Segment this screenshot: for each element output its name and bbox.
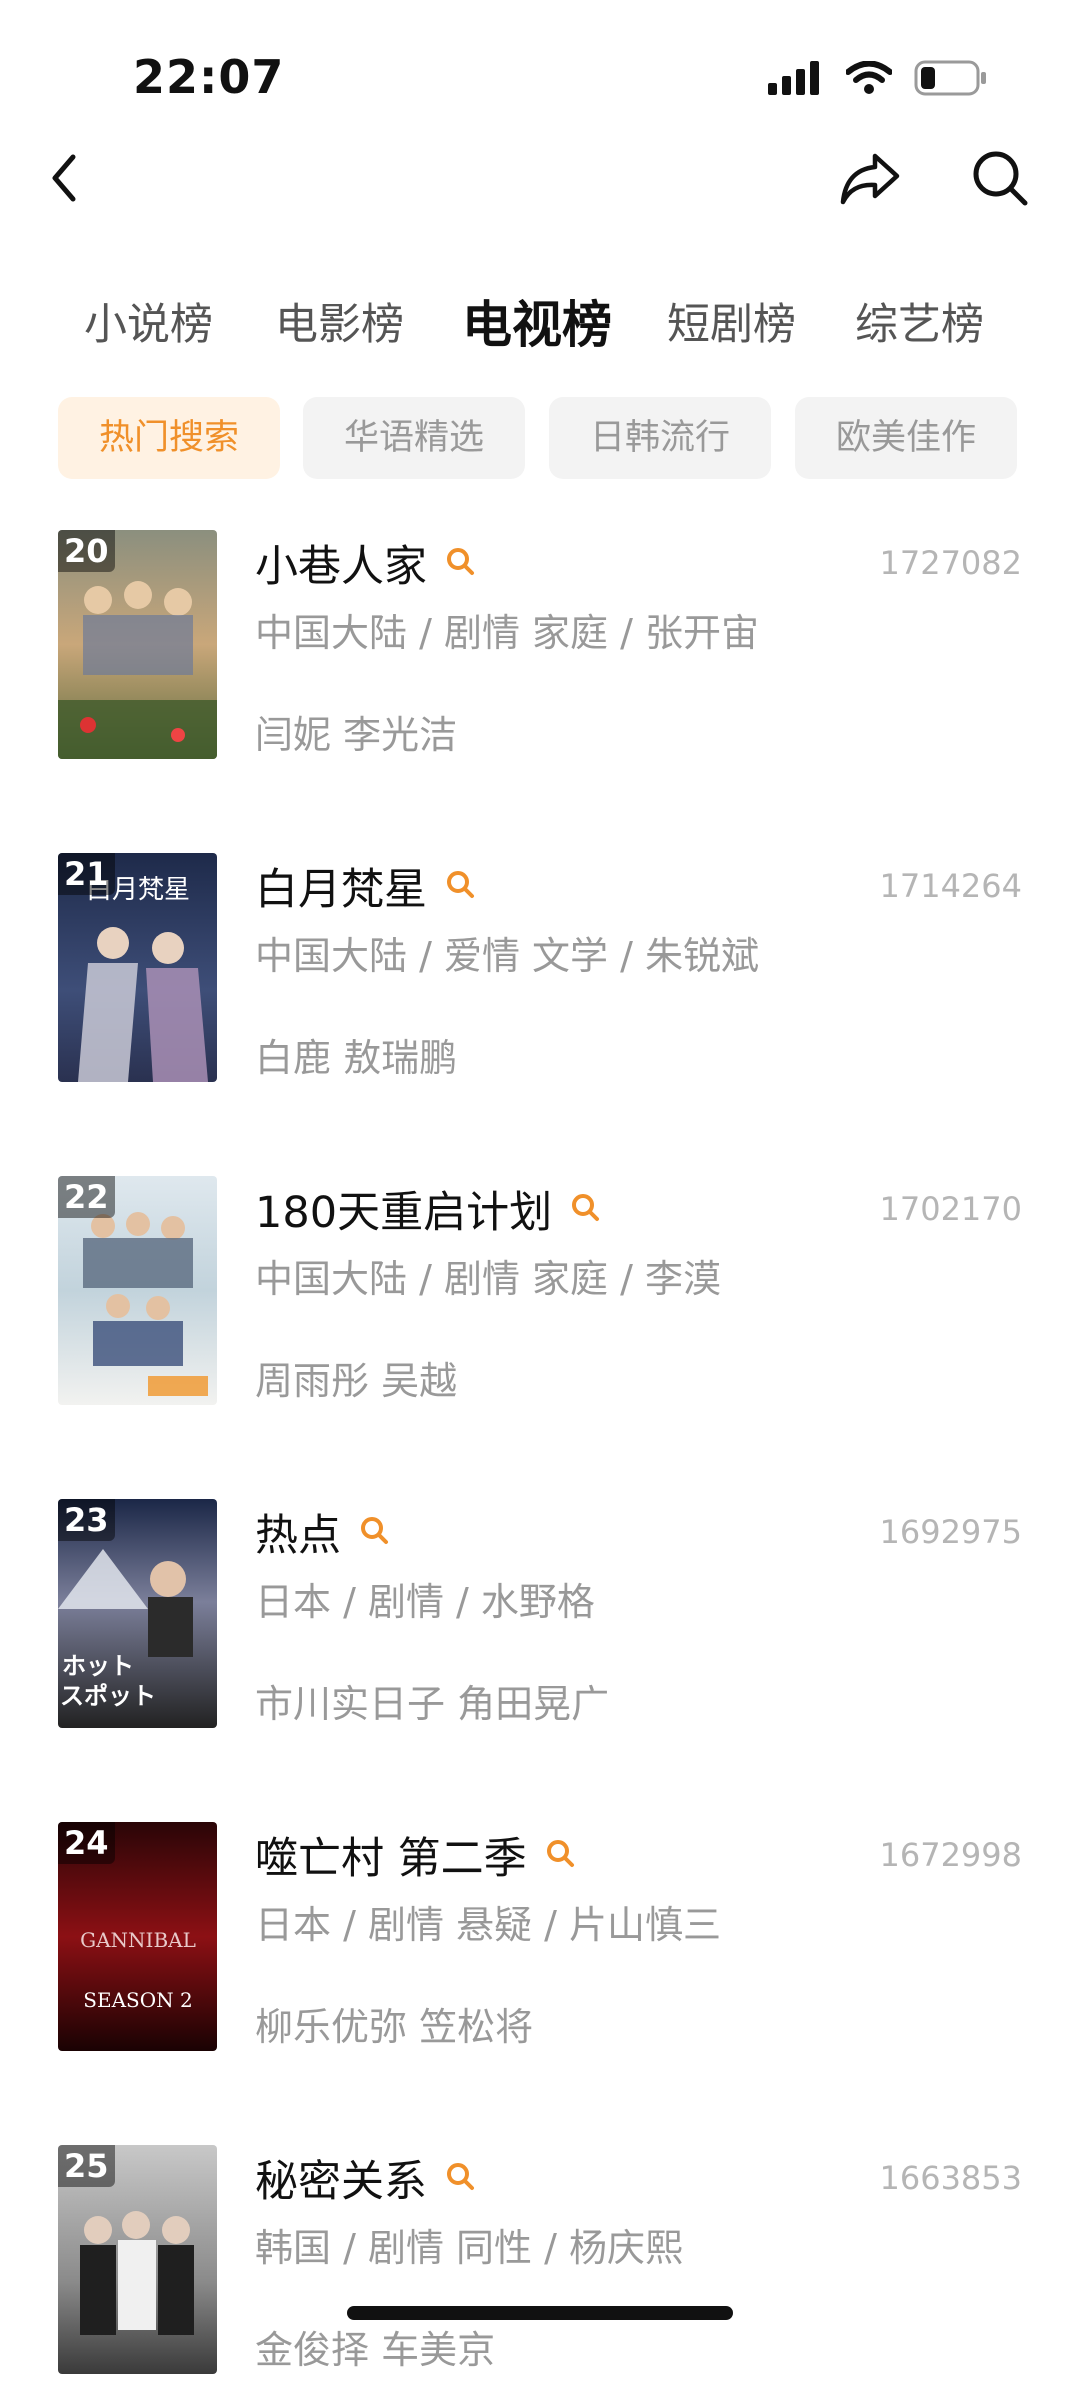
search-count: 1672998 <box>879 1836 1022 1874</box>
tab-variety[interactable]: 综艺榜 <box>855 280 984 370</box>
item-title[interactable]: 热点 <box>255 1501 341 1563</box>
poster-image[interactable]: 白月梵星 21 <box>58 853 217 1082</box>
rank-badge: 25 <box>58 2145 115 2187</box>
item-meta: 中国大陆 / 爱情 文学 / 朱锐斌 <box>255 934 760 978</box>
share-icon <box>839 150 901 210</box>
item-cast: 闫妮 李光洁 <box>255 713 458 757</box>
category-tabs: 小说榜 电影榜 电视榜 短剧榜 综艺榜 <box>0 280 1080 370</box>
search-icon[interactable] <box>545 1838 575 1872</box>
back-arrow-icon <box>45 153 85 207</box>
item-cast: 市川实日子 角田晃广 <box>255 1682 610 1726</box>
list-item[interactable]: 20 小巷人家 1727082 中国大陆 / 剧情 家庭 / 张开宙 闫妮 李光… <box>0 530 1080 790</box>
svg-text:スポット: スポット <box>60 1682 156 1710</box>
search-count: 1692975 <box>879 1513 1022 1551</box>
share-button[interactable] <box>830 140 910 220</box>
chip-chinese-picks[interactable]: 华语精选 <box>303 397 525 479</box>
rank-badge: 23 <box>58 1499 115 1541</box>
chip-western[interactable]: 欧美佳作 <box>795 397 1017 479</box>
search-count: 1702170 <box>879 1190 1022 1228</box>
tab-movie[interactable]: 电影榜 <box>275 280 404 370</box>
list-item[interactable]: 白月梵星 21 白月梵星 1714264 中国大陆 / 爱情 文学 / 朱锐斌 … <box>0 853 1080 1113</box>
poster-image[interactable]: 25 <box>58 2145 217 2374</box>
item-meta: 中国大陆 / 剧情 家庭 / 李漠 <box>255 1257 722 1301</box>
battery-icon <box>914 60 988 100</box>
item-cast: 金俊择 车美京 <box>255 2328 496 2372</box>
item-meta: 日本 / 剧情 悬疑 / 片山慎三 <box>255 1903 722 1947</box>
wifi-icon <box>845 60 893 99</box>
back-button[interactable] <box>25 140 105 220</box>
list-item[interactable]: 22 180天重启计划 1702170 中国大陆 / 剧情 家庭 / 李漠 周雨… <box>0 1176 1080 1436</box>
status-time: 22:07 <box>133 50 285 104</box>
search-icon[interactable] <box>445 546 475 580</box>
rank-badge: 24 <box>58 1822 115 1864</box>
item-title[interactable]: 小巷人家 <box>255 532 427 594</box>
list-item[interactable]: 25 秘密关系 1663853 韩国 / 剧情 同性 / 杨庆熙 金俊择 车美京 <box>0 2145 1080 2405</box>
item-meta: 韩国 / 剧情 同性 / 杨庆熙 <box>255 2226 684 2270</box>
search-icon[interactable] <box>359 1515 389 1549</box>
search-icon <box>971 149 1029 211</box>
poster-image[interactable]: 22 <box>58 1176 217 1405</box>
search-count: 1714264 <box>879 867 1022 905</box>
signal-icon <box>768 61 824 99</box>
item-meta: 日本 / 剧情 / 水野格 <box>255 1580 595 1624</box>
chip-japan-korea[interactable]: 日韩流行 <box>549 397 771 479</box>
search-count: 1663853 <box>879 2159 1022 2197</box>
status-icons <box>768 58 988 102</box>
item-title[interactable]: 白月梵星 <box>255 855 427 917</box>
filter-chips: 热门搜索 华语精选 日韩流行 欧美佳作 <box>0 397 1080 479</box>
search-icon[interactable] <box>445 2161 475 2195</box>
svg-text:SEASON 2: SEASON 2 <box>83 1988 192 2012</box>
search-icon[interactable] <box>570 1192 600 1226</box>
item-meta: 中国大陆 / 剧情 家庭 / 张开宙 <box>255 611 760 655</box>
item-cast: 白鹿 敖瑞鹏 <box>255 1036 458 1080</box>
search-button[interactable] <box>960 140 1040 220</box>
poster-image[interactable]: 20 <box>58 530 217 759</box>
status-bar: 22:07 <box>0 0 1080 140</box>
item-cast: 周雨彤 吴越 <box>255 1359 458 1403</box>
nav-bar <box>0 140 1080 230</box>
poster-image[interactable]: ホット スポット 23 <box>58 1499 217 1728</box>
rank-badge: 20 <box>58 530 115 572</box>
search-count: 1727082 <box>879 544 1022 582</box>
rank-badge: 22 <box>58 1176 115 1218</box>
item-title[interactable]: 噬亡村 第二季 <box>255 1824 527 1886</box>
svg-text:ホット: ホット <box>62 1652 134 1680</box>
tab-novel[interactable]: 小说榜 <box>84 280 213 370</box>
home-indicator[interactable] <box>347 2306 733 2320</box>
item-title[interactable]: 180天重启计划 <box>255 1178 552 1240</box>
tab-tv[interactable]: 电视榜 <box>462 280 612 370</box>
rank-badge: 21 <box>58 853 115 895</box>
poster-image[interactable]: GANNIBAL SEASON 2 24 <box>58 1822 217 2051</box>
item-cast: 柳乐优弥 笠松将 <box>255 2005 534 2049</box>
svg-text:GANNIBAL: GANNIBAL <box>80 1928 196 1952</box>
tab-short-drama[interactable]: 短剧榜 <box>667 280 796 370</box>
list-item[interactable]: GANNIBAL SEASON 2 24 噬亡村 第二季 1672998 日本 … <box>0 1822 1080 2082</box>
item-title[interactable]: 秘密关系 <box>255 2147 427 2209</box>
list-item[interactable]: ホット スポット 23 热点 1692975 日本 / 剧情 / 水野格 市川实… <box>0 1499 1080 1759</box>
search-icon[interactable] <box>445 869 475 903</box>
chip-hot-search[interactable]: 热门搜索 <box>58 397 280 479</box>
